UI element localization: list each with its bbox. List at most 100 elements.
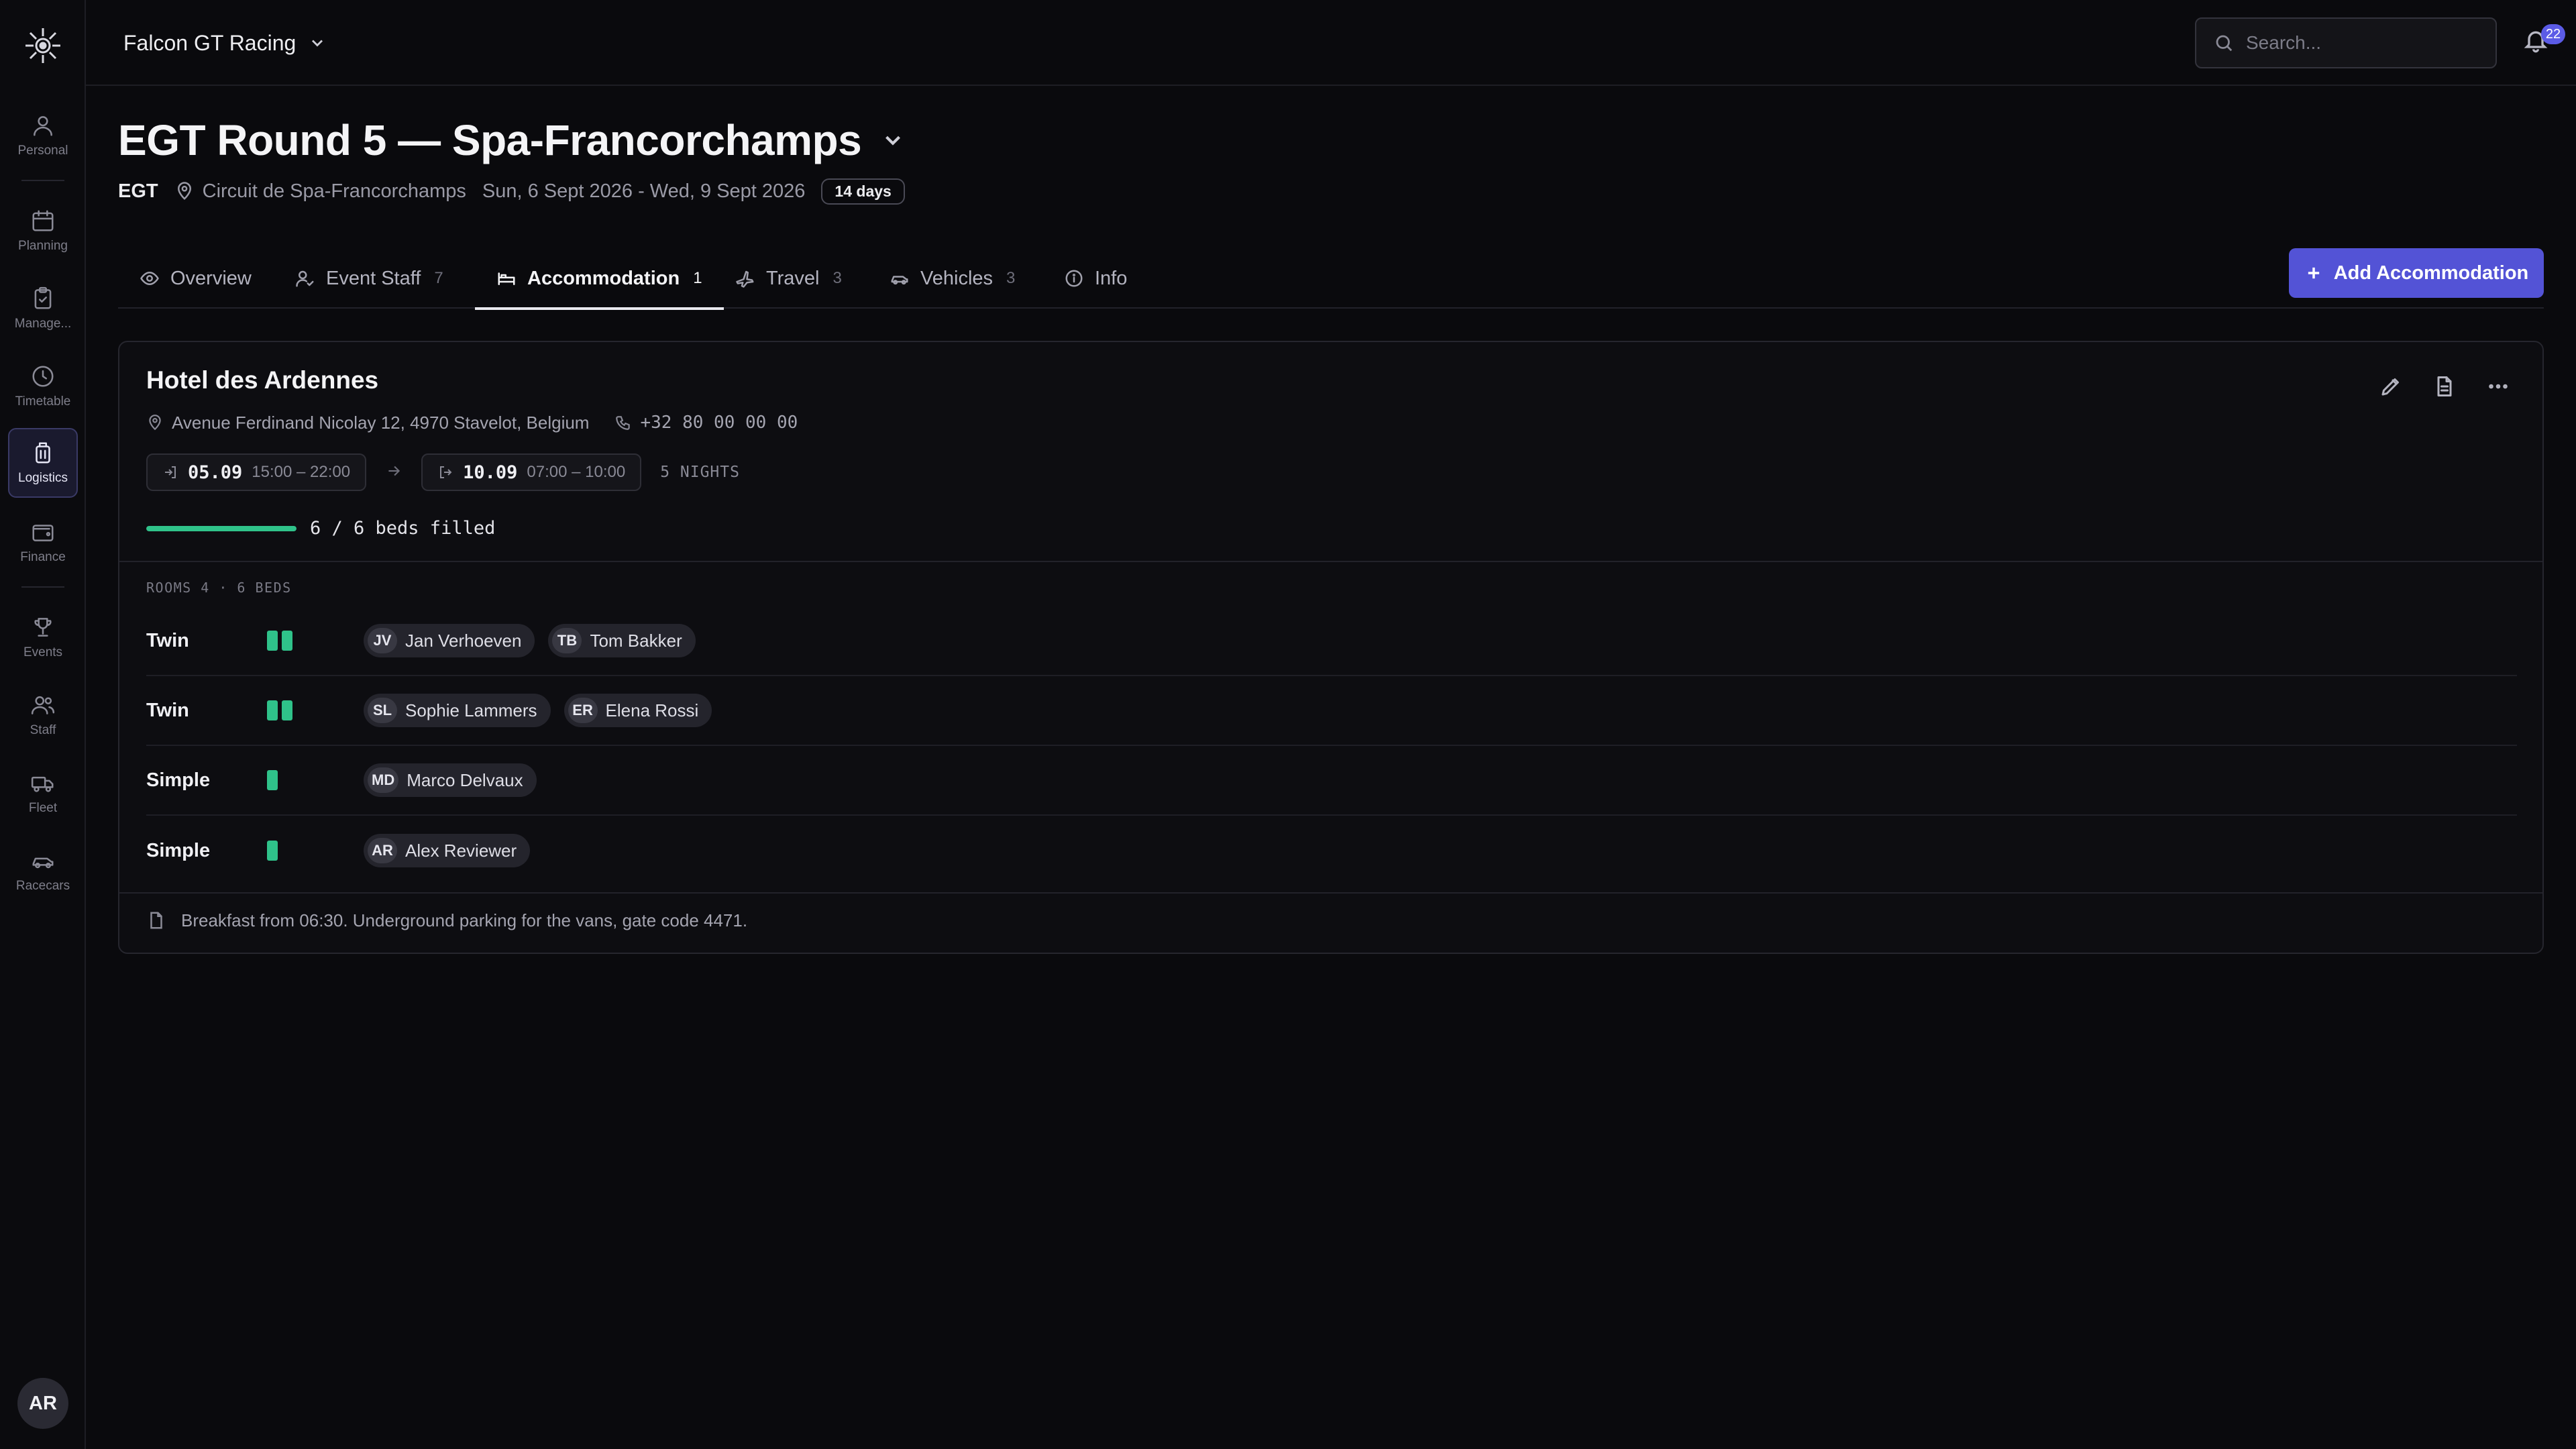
user-avatar[interactable]: AR (17, 1378, 68, 1429)
guest-name: Jan Verhoeven (405, 630, 522, 651)
search-box[interactable] (2195, 17, 2497, 68)
search-input[interactable] (2246, 32, 2474, 54)
car-icon (891, 276, 908, 285)
tab-label: Info (1095, 267, 1128, 289)
rail-item-logistics[interactable]: Logistics (8, 428, 78, 498)
tab-accommodation[interactable]: Accommodation 1 (475, 248, 724, 310)
tab-label: Travel (766, 267, 820, 289)
tab-label: Accommodation (527, 267, 680, 289)
chevron-down-icon (312, 40, 323, 47)
event-dates: Sun, 6 Sept 2026 - Wed, 9 Sept 2026 (482, 180, 806, 202)
guest-initials: SL (368, 698, 397, 723)
bed-indicator (282, 700, 292, 720)
add-accommodation-label: Add Accommodation (2333, 262, 2529, 284)
edit-button[interactable] (2379, 374, 2403, 398)
rail-item-management[interactable]: Manage... (8, 274, 78, 343)
log-out-icon (440, 466, 452, 478)
guest-chip[interactable]: ER Elena Rossi (564, 694, 712, 727)
rail-item-finance[interactable]: Finance (8, 507, 78, 577)
bed-icon (498, 272, 515, 285)
more-horizontal-icon (2489, 384, 2508, 389)
add-accommodation-button[interactable]: Add Accommodation (2289, 248, 2544, 298)
rail-item-label: Fleet (28, 801, 58, 815)
tab-info[interactable]: Info (1042, 248, 1148, 309)
rail-item-staff[interactable]: Staff (8, 680, 78, 750)
tab-overview[interactable]: Overview (118, 248, 273, 309)
map-pin-icon (177, 182, 191, 200)
event-series: EGT (118, 180, 158, 202)
bed-indicator (267, 631, 278, 651)
tab-count: 3 (1006, 269, 1016, 287)
room-row: Twin SL Sophie Lammers ER Elena Rossi (146, 676, 2517, 746)
hotel-note-text: Breakfast from 06:30. Underground parkin… (181, 910, 748, 930)
rail-item-events[interactable]: Events (8, 602, 78, 672)
guest-chip[interactable]: MD Marco Delvaux (364, 763, 537, 797)
users-icon (31, 696, 55, 714)
notifications-badge: 22 (2541, 24, 2565, 44)
beds-progress-bar (146, 525, 297, 531)
rail-divider (21, 180, 64, 181)
tab-vehicles[interactable]: Vehicles 3 (868, 248, 1036, 309)
search-icon (2216, 35, 2233, 52)
note-icon (150, 912, 162, 929)
check-in-time: 15:00 – 22:00 (252, 463, 351, 481)
guest-chip[interactable]: TB Tom Bakker (548, 624, 696, 657)
event-meta: EGT Circuit de Spa-Francorchamps Sun, 6 … (118, 176, 905, 207)
guest-chip[interactable]: AR Alex Reviewer (364, 834, 531, 867)
nights-count: 5 NIGHTS (660, 464, 740, 481)
arrow-right-icon (385, 462, 402, 483)
check-out-time: 07:00 – 10:00 (527, 463, 626, 481)
map-pin-icon (149, 415, 161, 431)
guest-chip[interactable]: JV Jan Verhoeven (364, 624, 535, 657)
eye-icon (140, 272, 159, 285)
guest-initials: JV (368, 628, 397, 653)
room-beds (267, 841, 364, 861)
more-options-button[interactable] (2486, 374, 2510, 398)
tab-travel[interactable]: Travel 3 (714, 248, 863, 309)
notifications-button[interactable]: 22 (2522, 24, 2565, 59)
room-row: Twin JV Jan Verhoeven TB Tom Bakker (146, 606, 2517, 676)
rail-item-fleet[interactable]: Fleet (8, 758, 78, 828)
guest-name: Alex Reviewer (405, 840, 517, 861)
room-beds (267, 631, 364, 651)
tab-bar: Overview Event Staff 7 Accommodation 1 T… (118, 248, 2544, 310)
rail-item-personal[interactable]: Personal (8, 101, 78, 170)
room-row: Simple MD Marco Delvaux (146, 746, 2517, 816)
stay-dates-row: 05.09 15:00 – 22:00 10.09 07:00 – 10:00 … (146, 453, 740, 491)
rail-item-racecars[interactable]: Racecars (8, 836, 78, 906)
chevron-down-icon[interactable] (880, 127, 906, 153)
event-title-row[interactable]: EGT Round 5 — Spa-Francorchamps (118, 115, 906, 165)
clock-icon (32, 366, 54, 387)
rail-item-timetable[interactable]: Timetable (8, 352, 78, 421)
duration-badge: 14 days (821, 178, 905, 205)
hotel-address: Avenue Ferdinand Nicolay 12, 4970 Stavel… (172, 412, 590, 433)
guest-chip[interactable]: SL Sophie Lammers (364, 694, 551, 727)
guest-initials: TB (552, 628, 582, 653)
tab-event-staff[interactable]: Event Staff 7 (274, 248, 465, 309)
wallet-icon (32, 525, 54, 541)
guest-name: Sophie Lammers (405, 700, 537, 720)
info-icon (1065, 270, 1083, 287)
rail-item-label: Planning (18, 239, 68, 253)
check-in-date: 05.09 (188, 462, 243, 483)
rail-item-label: Manage... (14, 317, 72, 331)
hotel-note: Breakfast from 06:30. Underground parkin… (146, 907, 747, 934)
hotel-phone[interactable]: +32 80 00 00 00 (614, 413, 798, 433)
document-button[interactable] (2432, 374, 2457, 398)
log-in-icon (165, 466, 176, 478)
rail-divider (21, 586, 64, 588)
check-in-chip: 05.09 15:00 – 22:00 (146, 453, 367, 491)
rail-item-planning[interactable]: Planning (8, 196, 78, 266)
org-switcher[interactable]: Falcon GT Racing (123, 25, 327, 60)
trophy-icon (34, 618, 52, 637)
pencil-icon (2381, 378, 2399, 396)
user-check-icon (296, 270, 314, 287)
org-name: Falcon GT Racing (123, 30, 297, 55)
rail-item-label: Timetable (15, 394, 71, 409)
room-beds (267, 770, 364, 790)
room-type: Simple (146, 769, 211, 791)
app-logo-icon[interactable] (21, 24, 64, 67)
phone-icon (616, 416, 631, 430)
tab-label: Event Staff (326, 267, 421, 289)
guest-initials: MD (368, 767, 399, 793)
